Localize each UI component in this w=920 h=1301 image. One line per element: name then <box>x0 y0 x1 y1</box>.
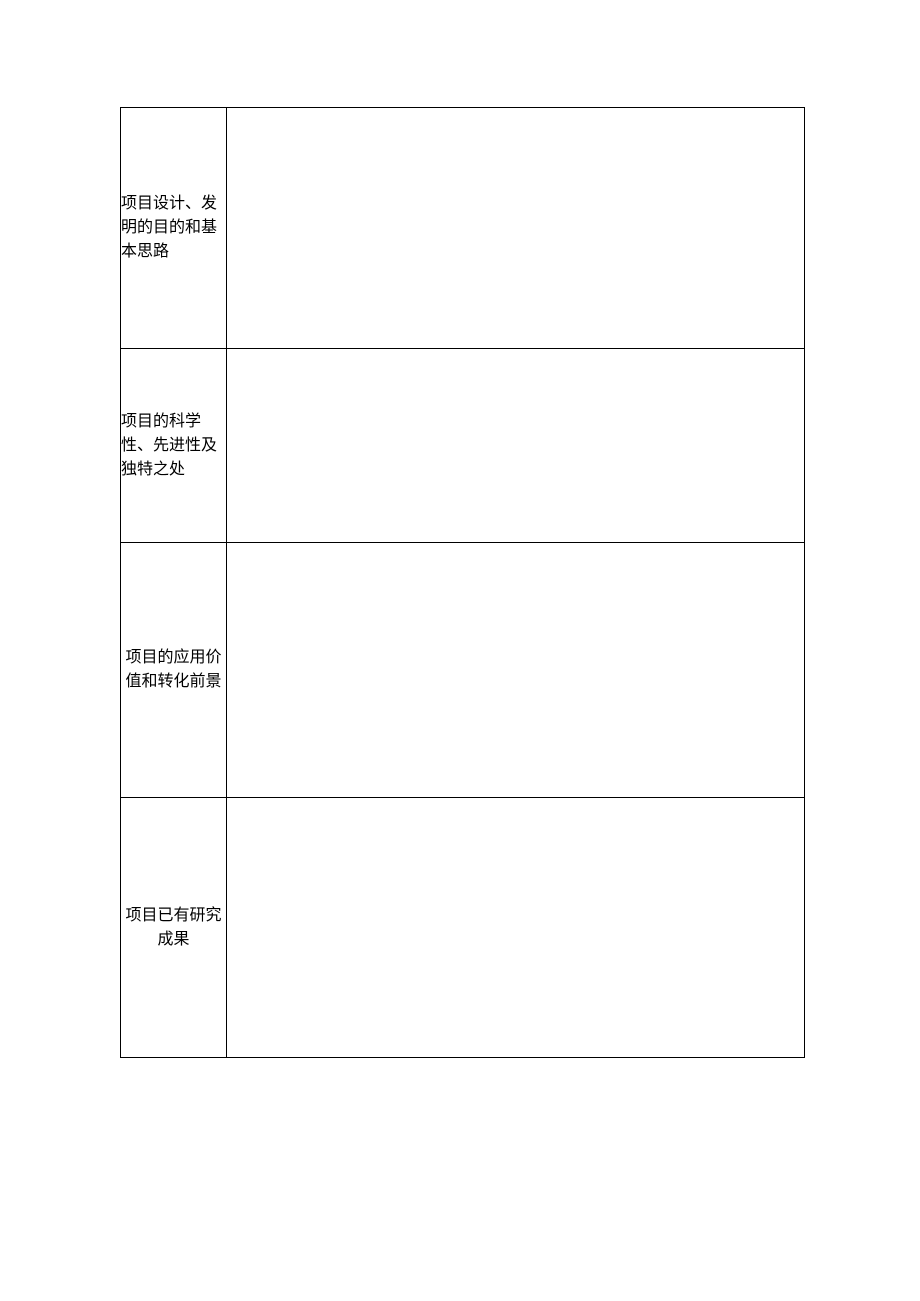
row-label-existing-results: 项目已有研究成果 <box>121 798 227 1058</box>
table-row: 项目设计、发明的目的和基本思路 <box>121 108 805 349</box>
row-content-application-value[interactable] <box>227 543 805 798</box>
row-label-scientific-nature: 项目的科学性、先进性及独特之处 <box>121 349 227 543</box>
row-label-text: 项目设计、发明的目的和基本思路 <box>121 192 226 264</box>
table-row: 项目的科学性、先进性及独特之处 <box>121 349 805 543</box>
row-label-text: 项目的应用价值和转化前景 <box>121 646 226 694</box>
row-label-text: 项目已有研究成果 <box>121 904 226 952</box>
table-row: 项目已有研究成果 <box>121 798 805 1058</box>
row-content-scientific-nature[interactable] <box>227 349 805 543</box>
row-label-design-purpose: 项目设计、发明的目的和基本思路 <box>121 108 227 349</box>
row-label-text: 项目的科学性、先进性及独特之处 <box>121 410 226 482</box>
row-content-existing-results[interactable] <box>227 798 805 1058</box>
row-label-application-value: 项目的应用价值和转化前景 <box>121 543 227 798</box>
row-content-design-purpose[interactable] <box>227 108 805 349</box>
project-form-table: 项目设计、发明的目的和基本思路 项目的科学性、先进性及独特之处 项目的应用价值和… <box>120 107 805 1058</box>
table-row: 项目的应用价值和转化前景 <box>121 543 805 798</box>
